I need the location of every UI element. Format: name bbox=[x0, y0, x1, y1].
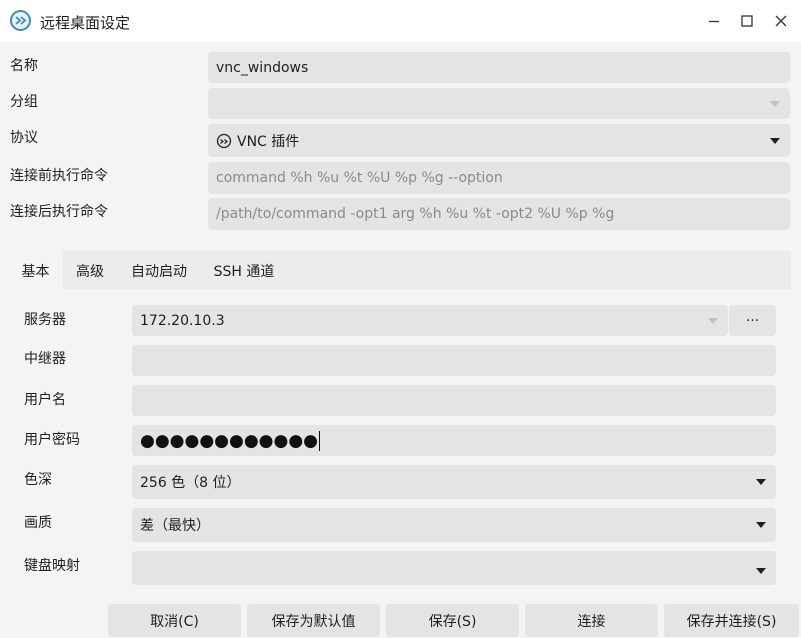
tab-autostart[interactable]: 自动启动 bbox=[119, 251, 199, 291]
server-browse-button[interactable]: ··· bbox=[729, 305, 776, 336]
pre-command-placeholder: command %h %u %t %U %p %g --option bbox=[216, 170, 503, 186]
pre-command-input[interactable]: command %h %u %t %U %p %g --option bbox=[208, 162, 790, 194]
chevron-down-icon bbox=[756, 479, 766, 485]
tab-bar: 基本 高级 自动启动 SSH 通道 bbox=[8, 251, 791, 291]
post-command-placeholder: /path/to/command -opt1 arg %h %u %t -opt… bbox=[216, 206, 615, 222]
password-input[interactable]: ●●●●●●●●●●●● bbox=[132, 425, 776, 456]
connect-button[interactable]: 连接 bbox=[525, 604, 658, 637]
repeater-input[interactable] bbox=[132, 345, 776, 376]
color-depth-label: 色深 bbox=[24, 472, 52, 488]
repeater-label: 中继器 bbox=[24, 351, 66, 367]
group-combobox[interactable] bbox=[208, 88, 790, 119]
keymap-label: 键盘映射 bbox=[24, 558, 80, 574]
protocol-value: VNC 插件 bbox=[237, 133, 300, 150]
save-button[interactable]: 保存(S) bbox=[386, 604, 519, 637]
pre-command-label: 连接前执行命令 bbox=[10, 168, 108, 184]
server-label: 服务器 bbox=[24, 312, 66, 328]
text-cursor bbox=[319, 430, 321, 451]
password-value: ●●●●●●●●●●●● bbox=[140, 430, 319, 451]
chevron-down-icon bbox=[708, 317, 718, 324]
name-value: vnc_windows bbox=[216, 59, 309, 76]
protocol-label: 协议 bbox=[10, 130, 38, 146]
password-label: 用户密码 bbox=[24, 432, 80, 448]
tab-ssh-tunnel[interactable]: SSH 通道 bbox=[201, 251, 287, 291]
tab-advanced[interactable]: 高级 bbox=[63, 251, 117, 291]
server-combobox[interactable]: 172.20.10.3 bbox=[132, 305, 728, 336]
title-bar: 远程桌面设定 bbox=[0, 0, 801, 42]
vnc-plugin-icon bbox=[216, 133, 232, 149]
quality-value: 差（最快） bbox=[140, 518, 210, 534]
remmina-icon bbox=[10, 10, 31, 31]
chevron-down-icon bbox=[770, 137, 780, 144]
post-command-input[interactable]: /path/to/command -opt1 arg %h %u %t -opt… bbox=[208, 198, 790, 230]
group-label: 分组 bbox=[10, 94, 38, 110]
name-input[interactable]: vnc_windows bbox=[208, 52, 790, 83]
color-depth-value: 256 色（8 位） bbox=[140, 475, 241, 491]
username-input[interactable] bbox=[132, 385, 776, 416]
quality-select[interactable]: 差（最快） bbox=[132, 508, 776, 542]
minimize-icon[interactable] bbox=[702, 9, 726, 33]
maximize-icon[interactable] bbox=[735, 9, 759, 33]
close-icon[interactable] bbox=[769, 9, 793, 33]
keymap-select[interactable] bbox=[132, 551, 776, 585]
color-depth-select[interactable]: 256 色（8 位） bbox=[132, 465, 776, 499]
chevron-down-icon bbox=[756, 568, 766, 574]
chevron-down-icon bbox=[756, 522, 766, 528]
chevron-down-icon bbox=[770, 100, 780, 107]
server-value: 172.20.10.3 bbox=[140, 312, 225, 329]
save-and-connect-button[interactable]: 保存并连接(S) bbox=[664, 604, 799, 637]
protocol-select[interactable]: VNC 插件 bbox=[208, 124, 790, 157]
post-command-label: 连接后执行命令 bbox=[10, 204, 108, 220]
tab-basic[interactable]: 基本 bbox=[8, 251, 63, 291]
name-label: 名称 bbox=[10, 58, 38, 74]
window-title: 远程桌面设定 bbox=[40, 14, 131, 32]
save-as-default-button[interactable]: 保存为默认值 bbox=[247, 604, 380, 637]
cancel-button[interactable]: 取消(C) bbox=[108, 604, 241, 637]
username-label: 用户名 bbox=[24, 392, 66, 408]
quality-label: 画质 bbox=[24, 515, 52, 531]
